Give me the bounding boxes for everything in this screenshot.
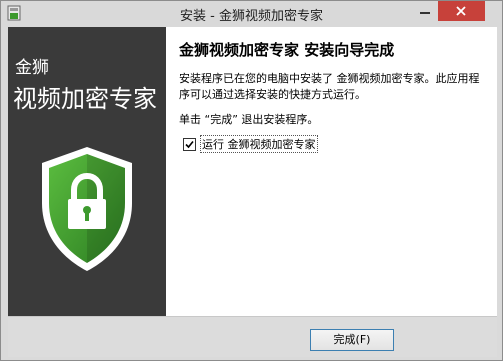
shield-lock-icon — [42, 147, 132, 271]
brand-name: 金狮 — [15, 58, 49, 78]
close-icon — [456, 6, 466, 16]
wizard-sidebar: 金狮 视频加密专家 — [8, 27, 166, 316]
run-app-label[interactable]: 运行 金狮视频加密专家 — [200, 135, 318, 153]
run-app-checkbox[interactable] — [183, 137, 196, 151]
minimize-button[interactable] — [412, 1, 438, 21]
installer-window: 安装 - 金狮视频加密专家 金狮 视频加密专家 金狮视频加密专家 安装向导完成 — [0, 0, 503, 361]
exit-hint: 单击 “完成” 退出安装程序。 — [179, 113, 319, 126]
title-bar[interactable]: 安装 - 金狮视频加密专家 — [1, 1, 502, 27]
brand-product: 视频加密专家 — [13, 85, 157, 113]
close-button[interactable] — [438, 1, 485, 21]
checkmark-icon — [185, 140, 194, 148]
wizard-footer: 完成(F) — [8, 316, 497, 357]
page-title: 金狮视频加密专家 安装向导完成 — [179, 41, 395, 59]
wizard-content: 金狮视频加密专家 安装向导完成 安装程序已在您的电脑中安装了 金狮视频加密专家。… — [166, 27, 497, 316]
finish-button[interactable]: 完成(F) — [310, 329, 394, 351]
run-app-option[interactable]: 运行 金狮视频加密专家 — [183, 135, 318, 153]
completion-message: 安装程序已在您的电脑中安装了 金狮视频加密专家。此应用程序可以通过选择安装的快捷… — [179, 72, 480, 101]
